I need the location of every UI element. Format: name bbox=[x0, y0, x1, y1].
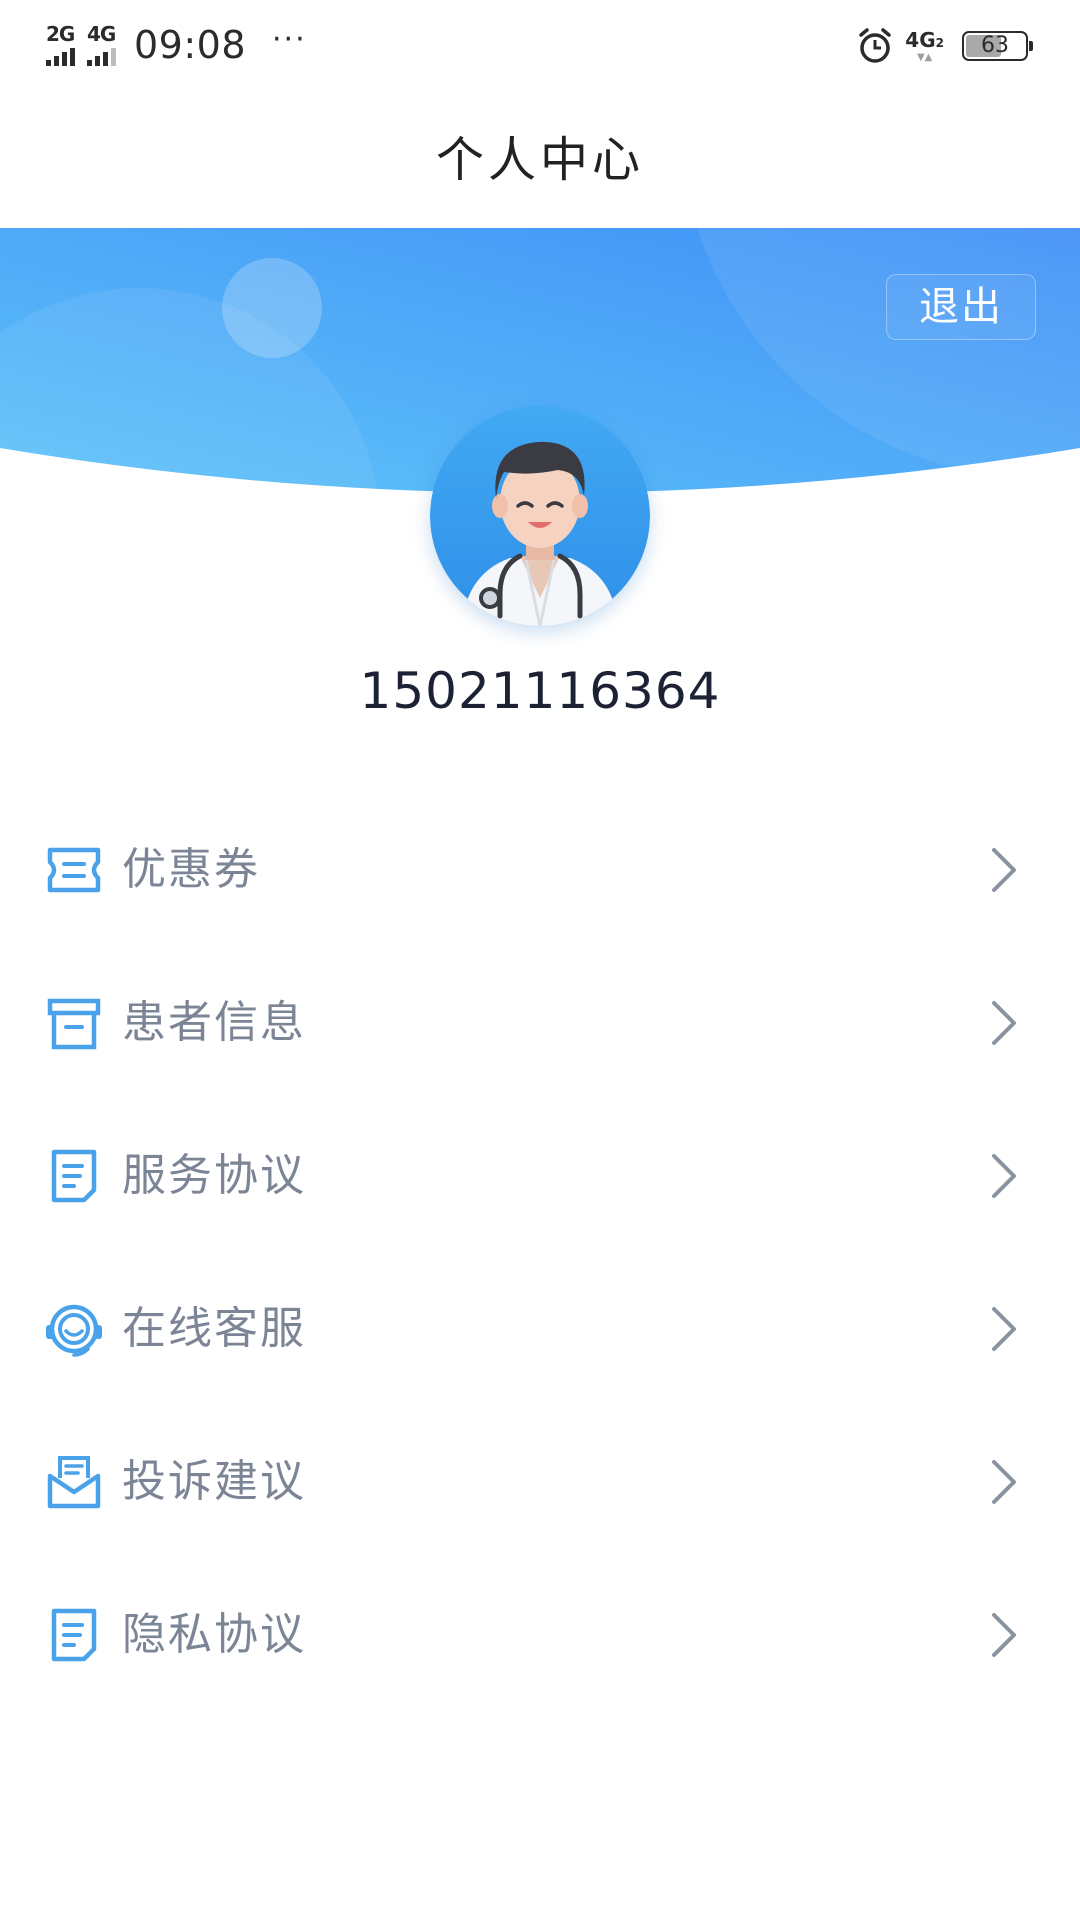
chevron-right-icon bbox=[992, 1460, 1016, 1504]
archive-box-icon bbox=[47, 998, 101, 1050]
status-left: 2G 4G 09:08 ··· bbox=[46, 18, 307, 72]
menu-item-complaints[interactable]: 投诉建议 bbox=[0, 1404, 1080, 1557]
menu-item-patient-info[interactable]: 患者信息 bbox=[0, 945, 1080, 1098]
menu-item-label: 优惠券 bbox=[122, 844, 260, 895]
chevron-right-icon bbox=[992, 1307, 1016, 1351]
menu-item-label: 服务协议 bbox=[122, 1150, 306, 1201]
profile-page: 2G 4G 09:08 ··· 4G2 ▼▲ 63 个人中心 退出 150211… bbox=[0, 0, 1080, 1920]
chevron-right-icon bbox=[992, 848, 1016, 892]
more-notifications-icon: ··· bbox=[272, 21, 307, 57]
menu-item-service-agreement[interactable]: 服务协议 bbox=[0, 1098, 1080, 1251]
network-4g-icon: 4G2 ▼▲ bbox=[905, 27, 944, 63]
sim2-signal-icon: 4G bbox=[87, 24, 116, 66]
chevron-right-icon bbox=[992, 1154, 1016, 1198]
chevron-right-icon bbox=[992, 1613, 1016, 1657]
battery-icon: 63 bbox=[962, 31, 1033, 61]
document-icon bbox=[51, 1149, 97, 1203]
menu-item-label: 患者信息 bbox=[122, 997, 306, 1048]
logout-button[interactable]: 退出 bbox=[886, 274, 1036, 340]
menu-item-label: 在线客服 bbox=[122, 1303, 306, 1354]
sim2-label: 4G bbox=[87, 22, 116, 46]
battery-level: 63 bbox=[981, 33, 1009, 58]
sim1-label: 2G bbox=[46, 22, 75, 46]
network-label: 4G bbox=[905, 27, 936, 52]
menu-item-privacy-policy[interactable]: 隐私协议 bbox=[0, 1557, 1080, 1710]
coupon-icon bbox=[47, 847, 101, 893]
clock: 09:08 bbox=[134, 23, 247, 67]
user-phone-number: 15021116364 bbox=[359, 662, 721, 720]
menu-item-coupons[interactable]: 优惠券 bbox=[0, 792, 1080, 945]
document-icon bbox=[51, 1608, 97, 1662]
mail-icon bbox=[47, 1456, 101, 1509]
network-sub-label: 2 bbox=[935, 35, 944, 50]
alarm-icon bbox=[859, 28, 892, 63]
page-title: 个人中心 bbox=[435, 132, 644, 188]
menu-list: 优惠券 患者信息 服务协议 在线客服 投诉建议 隐私协议 bbox=[0, 792, 1080, 1710]
menu-item-label: 投诉建议 bbox=[122, 1456, 306, 1507]
avatar[interactable] bbox=[430, 406, 650, 626]
menu-item-label: 隐私协议 bbox=[122, 1609, 306, 1660]
chevron-right-icon bbox=[992, 1001, 1016, 1045]
status-bar: 2G 4G 09:08 ··· 4G2 ▼▲ 63 bbox=[0, 0, 1080, 90]
sim1-signal-icon: 2G bbox=[46, 24, 75, 66]
doctor-avatar-icon bbox=[430, 406, 650, 626]
menu-item-online-support[interactable]: 在线客服 bbox=[0, 1251, 1080, 1404]
status-right: 4G2 ▼▲ 63 bbox=[855, 22, 1033, 70]
headset-icon bbox=[46, 1304, 102, 1357]
